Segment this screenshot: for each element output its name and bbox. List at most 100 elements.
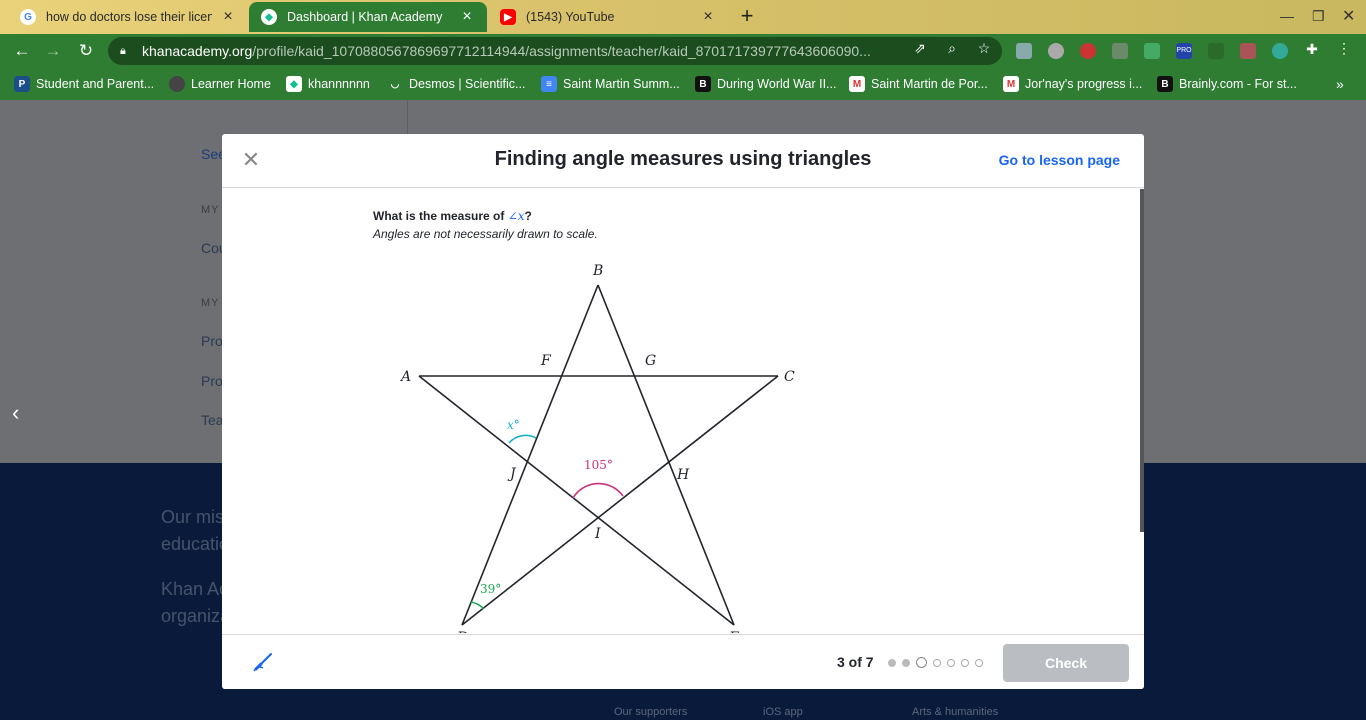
close-tab-icon[interactable]: ×	[459, 8, 475, 26]
bookmark-item[interactable]: P Student and Parent...	[14, 76, 154, 92]
tab-youtube[interactable]: ▶ (1543) YouTube ×	[488, 2, 728, 32]
exercise-modal: ✕ Finding angle measures using triangles…	[222, 134, 1144, 689]
progress-dot-current	[916, 657, 927, 668]
new-tab-button[interactable]: +	[736, 5, 758, 28]
sidebar-link[interactable]: Pro	[201, 333, 223, 349]
footer-text: Our mis	[161, 507, 224, 527]
label-I: I	[594, 526, 601, 542]
back-icon[interactable]: ←	[12, 41, 32, 61]
bookmark-item[interactable]: ◡ Desmos | Scientific...	[387, 76, 526, 92]
khan-icon: ◆	[261, 9, 277, 25]
reload-icon[interactable]: ↻	[76, 41, 96, 61]
angle-x-arc	[508, 434, 537, 444]
bookmark-item[interactable]: ◆ khannnnnn	[286, 76, 370, 92]
close-window-icon[interactable]: ✕	[1342, 6, 1355, 26]
bookmark-item[interactable]: Learner Home	[169, 76, 271, 92]
bookmark-item[interactable]: B During World War II...	[695, 76, 836, 92]
progress-dot	[902, 658, 910, 667]
label-H: H	[676, 467, 690, 483]
section-label: MY	[201, 204, 220, 216]
khan-icon: ◆	[286, 76, 302, 92]
extension-icon[interactable]	[1144, 43, 1160, 59]
label-J: J	[507, 466, 517, 482]
brainly-icon: B	[1157, 76, 1173, 92]
extension-icon[interactable]	[1272, 43, 1288, 59]
progress-dot	[975, 658, 983, 667]
progress-dots	[888, 657, 983, 668]
label-G: G	[645, 353, 656, 369]
footer-link[interactable]: iOS app	[763, 706, 803, 718]
youtube-icon: ▶	[500, 9, 516, 25]
progress-text: 3 of 7	[837, 654, 874, 670]
tab-google-search[interactable]: G how do doctors lose their license ×	[8, 2, 248, 32]
close-tab-icon[interactable]: ×	[220, 8, 236, 26]
extension-icon[interactable]	[1208, 43, 1224, 59]
label-C: C	[784, 369, 795, 385]
extension-icon[interactable]	[1240, 43, 1256, 59]
label-A: A	[399, 369, 411, 385]
lesson-page-link[interactable]: Go to lesson page	[999, 152, 1120, 168]
segment-BD	[461, 284, 599, 626]
segment-CD	[461, 375, 779, 626]
browser-toolbar: ← → ↻ 🔒︎ khanacademy.org /profile/kaid_1…	[0, 34, 1366, 68]
gmail-icon: M	[1003, 76, 1019, 92]
progress-dot	[933, 658, 941, 667]
footer-text: Khan Ac	[161, 579, 229, 599]
progress-dot	[961, 658, 969, 667]
chevron-left-icon[interactable]: ‹	[12, 400, 19, 426]
google-icon: G	[20, 9, 36, 25]
progress-dot	[888, 658, 896, 667]
puzzle-icon[interactable]: ✚	[1304, 41, 1320, 57]
progress-dot	[947, 658, 955, 667]
sidebar-link[interactable]: Pro	[201, 373, 223, 389]
zoom-icon[interactable]: ⌕	[944, 40, 960, 56]
segment-AE	[418, 375, 735, 626]
modal-header: ✕ Finding angle measures using triangles…	[222, 134, 1144, 188]
extension-icon[interactable]	[1080, 43, 1096, 59]
minimize-icon[interactable]: —	[1280, 8, 1294, 24]
bookmarks-bar: P Student and Parent... Learner Home ◆ kha…	[0, 68, 1366, 100]
brainly-icon: B	[695, 76, 711, 92]
check-button[interactable]: Check	[1003, 644, 1129, 682]
angle-105-arc	[572, 482, 624, 499]
bookmark-star-icon[interactable]: ☆	[976, 40, 992, 56]
scratchpad-icon[interactable]	[252, 651, 274, 673]
learner-icon	[169, 76, 185, 92]
bookmark-item[interactable]: M Jor'nay's progress i...	[1003, 76, 1142, 92]
desmos-icon: ◡	[390, 78, 400, 90]
footer-link[interactable]: Arts & humanities	[912, 706, 998, 718]
bookmark-item[interactable]: M Saint Martin de Por...	[849, 76, 988, 92]
section-label: MY	[201, 297, 220, 309]
restore-icon[interactable]: ❐	[1312, 8, 1325, 25]
modal-footer: 3 of 7 Check	[222, 634, 1144, 689]
footer-text: organiza	[161, 606, 231, 626]
segment-BE	[597, 284, 735, 626]
star-diagram: B A C F G H I J D E x° 105° 39°	[399, 263, 795, 633]
angle-x-label: x°	[507, 418, 520, 432]
address-bar[interactable]: 🔒︎ khanacademy.org /profile/kaid_1070880…	[108, 37, 1002, 65]
footer-link[interactable]: Our supporters	[614, 706, 687, 718]
bookmark-item[interactable]: B Brainly.com - For st...	[1157, 76, 1297, 92]
sidebar-link[interactable]: Tea	[201, 412, 224, 428]
lock-icon: 🔒︎	[120, 44, 126, 57]
pro-extension-icon[interactable]: PRO	[1176, 43, 1192, 59]
label-E: E	[728, 630, 739, 633]
forward-icon[interactable]: →	[43, 41, 63, 61]
kebab-menu-icon[interactable]: ⋮	[1336, 40, 1352, 56]
label-B: B	[592, 263, 603, 279]
extension-icon[interactable]	[1048, 43, 1064, 59]
docs-icon: ≡	[541, 76, 557, 92]
more-bookmarks-icon[interactable]: »	[1336, 76, 1344, 92]
tab-strip: G how do doctors lose their license × ◆ …	[0, 0, 1366, 34]
extension-icon[interactable]	[1016, 43, 1032, 59]
angle-105-label: 105°	[584, 458, 613, 472]
open-in-app-icon[interactable]: ⇗	[912, 40, 928, 56]
scrollbar[interactable]	[1140, 189, 1144, 532]
close-tab-icon[interactable]: ×	[700, 8, 716, 26]
tab-khan-dashboard[interactable]: ◆ Dashboard | Khan Academy ×	[249, 2, 487, 32]
extension-icon[interactable]	[1112, 43, 1128, 59]
powerschool-icon: P	[14, 76, 30, 92]
label-F: F	[540, 353, 552, 369]
footer-text: educatio	[161, 534, 230, 554]
bookmark-item[interactable]: ≡ Saint Martin Summ...	[541, 76, 680, 92]
